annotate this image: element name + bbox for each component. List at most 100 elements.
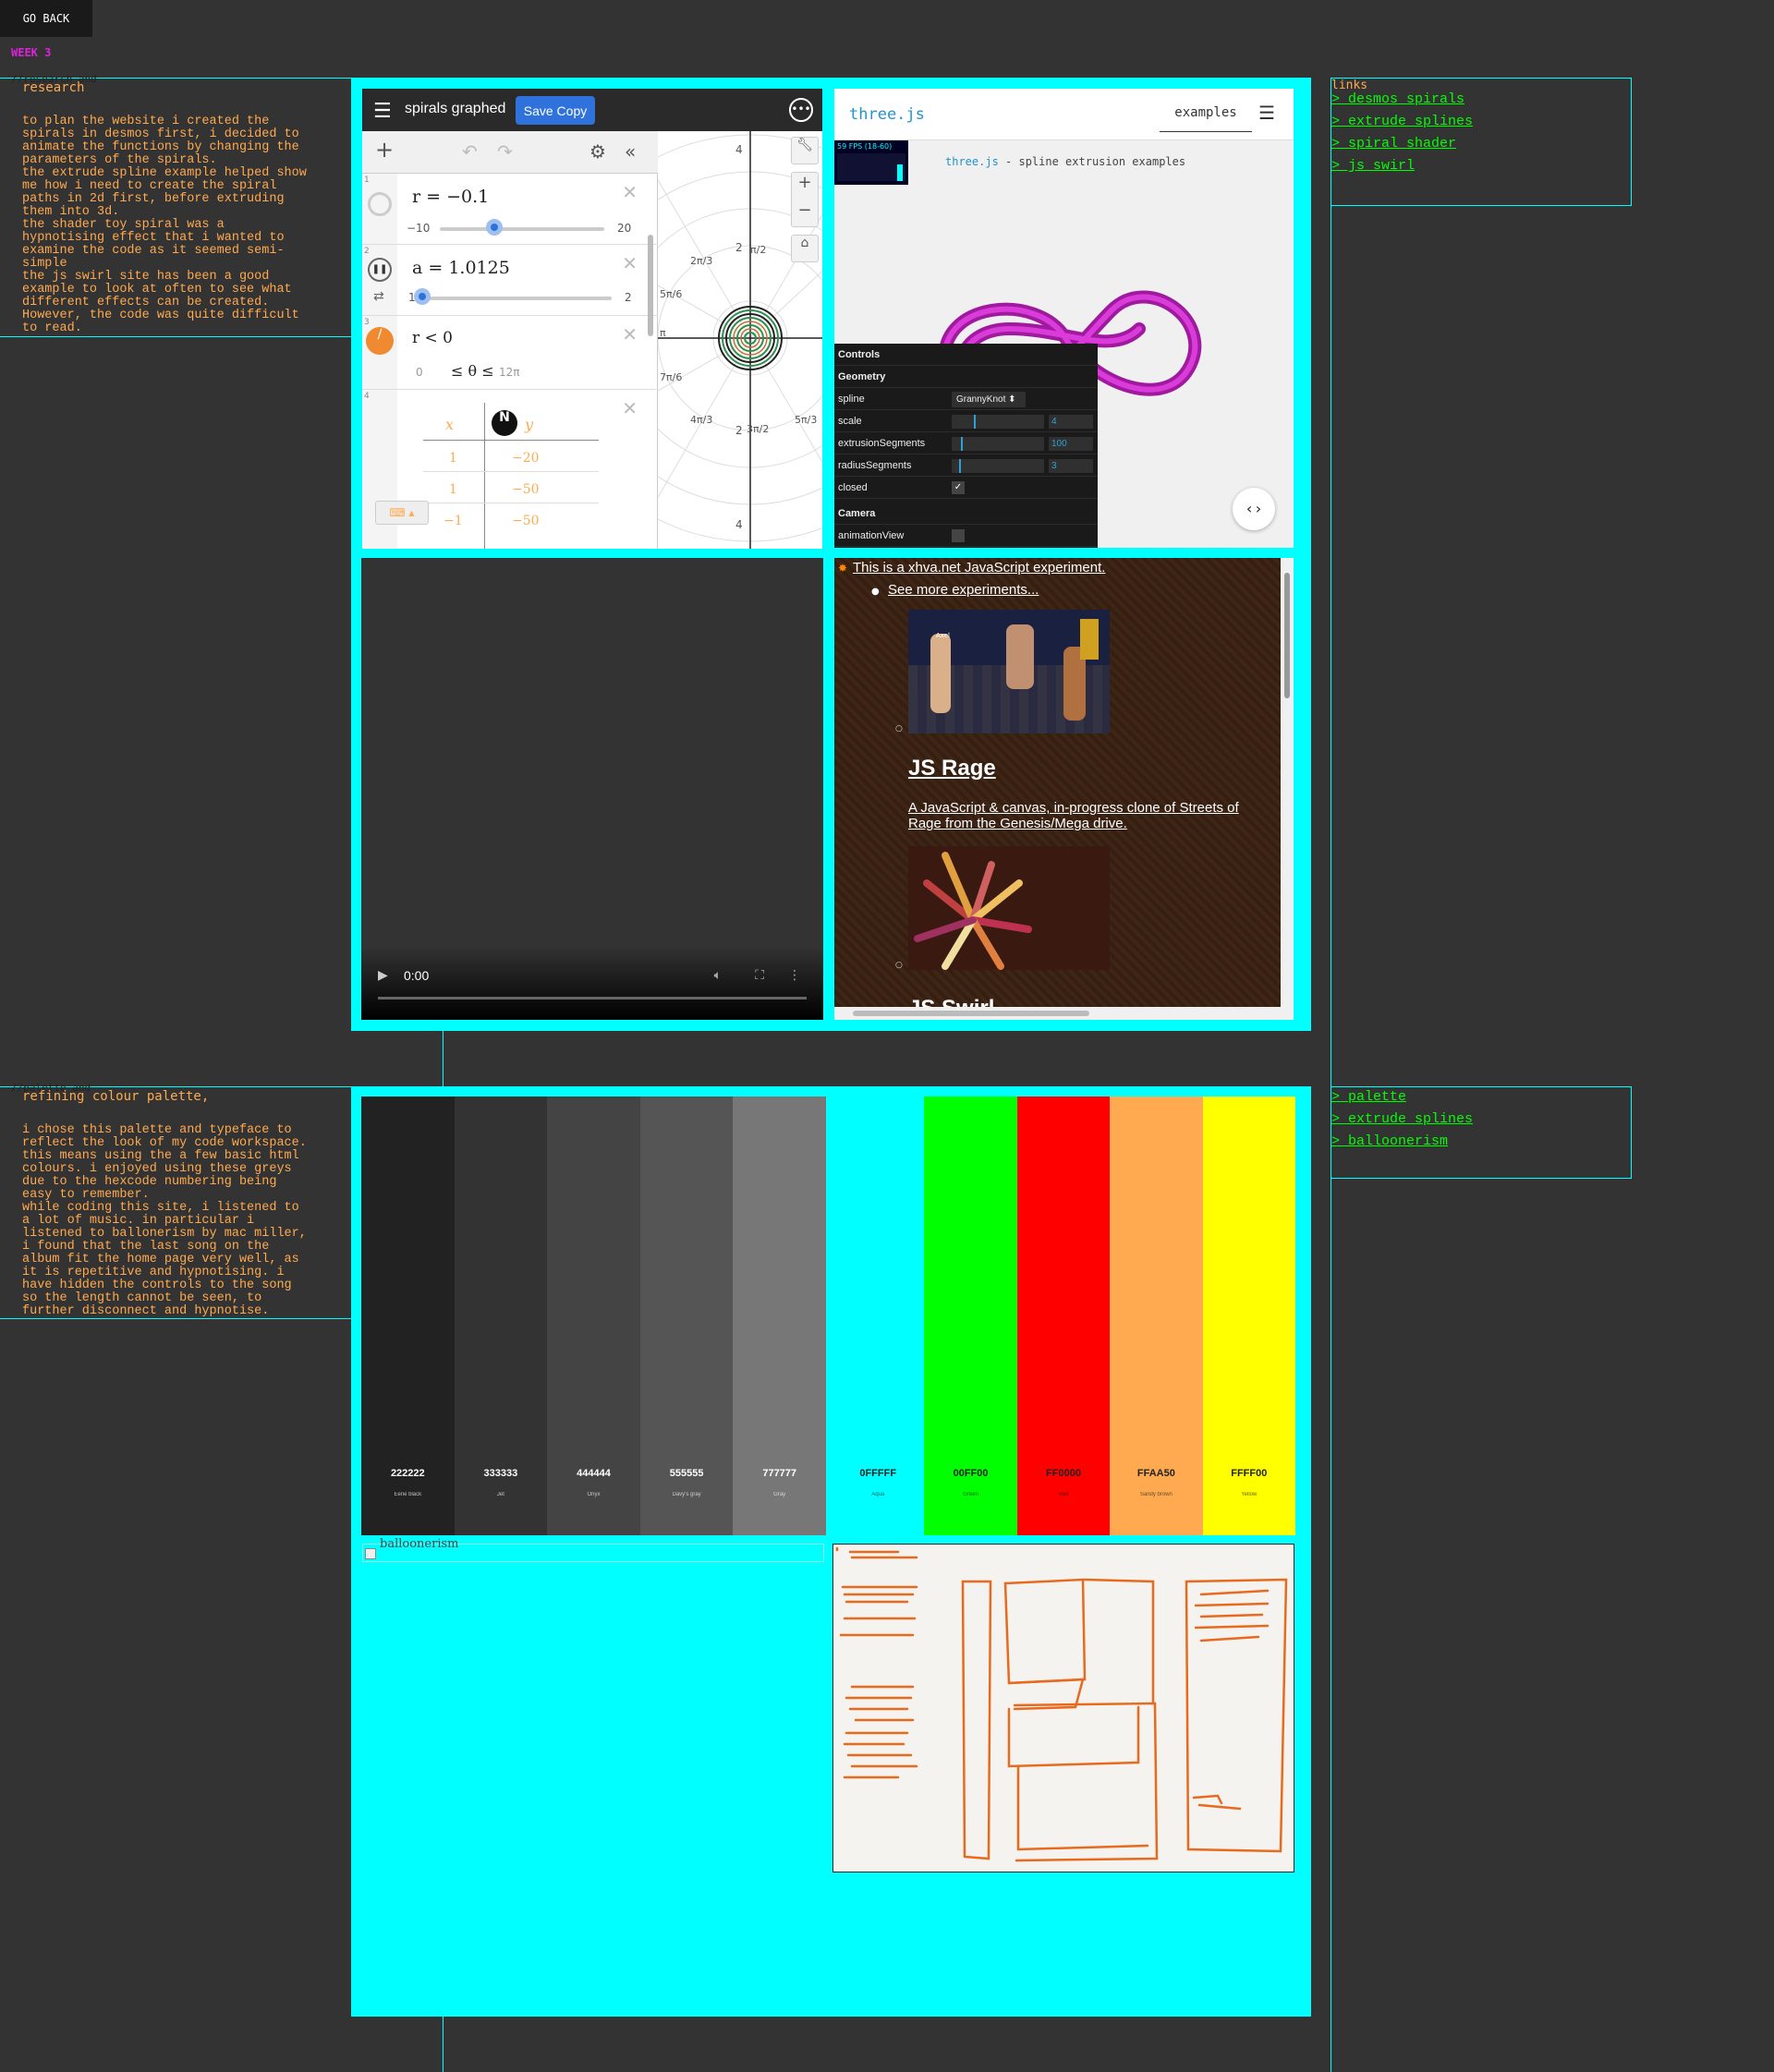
gui-label: scale [838,416,862,427]
menu-icon[interactable]: ☰ [373,100,392,123]
threejs-logo[interactable]: three.js [849,105,925,124]
js-rage-title[interactable]: JS Rage [908,756,996,782]
expression-number: 1 [364,176,370,185]
settings-gear-icon[interactable]: ⚙ [589,140,606,163]
polar-graph[interactable]: 4 2 2 4 π/2 2π/3 5π/6 π 7π/6 4π/3 3π/2 5… [546,89,822,549]
more-options-icon[interactable]: ⋮ [788,968,801,983]
undo-icon[interactable]: ↶ [462,140,478,163]
table-cell[interactable]: 1 [449,482,457,497]
domain-upper[interactable]: 12π [499,366,520,379]
fps-stats[interactable]: 59 FPS (18-60) [834,140,908,185]
more-options-icon[interactable]: ••• [789,98,813,122]
js-swirl-thumbnail[interactable] [908,846,1110,970]
slider-knob[interactable] [413,288,431,305]
delete-expression-icon[interactable]: ✕ [622,397,638,419]
radius-input[interactable]: 3 [1049,459,1093,473]
info-text: - spline extrusion examples [998,155,1186,168]
threejs-link[interactable]: three.js [945,155,999,168]
swatch-color-name: Sandy brown [1139,1492,1173,1497]
angle-label: 7π/6 [660,371,682,383]
js-rage-description[interactable]: A JavaScript & canvas, in-progress clone… [908,800,1269,831]
slider-knob[interactable] [485,219,503,236]
fullscreen-icon[interactable]: ⛶ [755,968,764,983]
angle-label: π [660,327,666,339]
extrusion-input[interactable]: 100 [1049,437,1093,451]
zoom-out-icon[interactable]: − [792,200,818,228]
link-js-swirl[interactable]: > js swirl [1331,158,1415,174]
gui-camera-folder[interactable]: Camera [834,503,1098,525]
palette-swatch: FFAA50 Sandy brown [1110,1097,1203,1535]
section-heading: research [22,80,85,95]
keyboard-icon[interactable]: ⌨ ▴ [375,501,429,525]
link-extrude-splines[interactable]: > extrude splines [1331,114,1473,129]
expression-polar[interactable]: 3 ∕ r < 0 ✕ 0 ≤ θ ≤ 12π [362,316,658,390]
go-back-button[interactable]: GO BACK [0,0,92,37]
visibility-toggle-icon[interactable] [368,192,392,216]
swatch-color-name: Gray [773,1492,786,1497]
scale-slider[interactable] [952,415,1044,429]
video-progress[interactable] [378,997,807,1000]
desmos-embed[interactable]: ☰ spirals graphed Save Copy ••• + ↶ ↷ ⚙ … [362,89,822,549]
delete-expression-icon[interactable]: ✕ [622,181,638,203]
volume-icon[interactable]: 🔈︎ [714,968,722,983]
radius-slider[interactable] [952,459,1044,473]
animation-checkbox[interactable] [952,529,965,542]
table-cell[interactable]: −50 [512,482,540,497]
collapse-icon[interactable]: « [625,140,636,163]
slider-track[interactable] [419,297,612,300]
angle-label: 3π/2 [747,423,769,435]
menu-icon[interactable]: ☰ [1258,102,1275,124]
expression-r[interactable]: 1 r = −0.1 ✕ −10 20 [362,174,658,245]
spline-select[interactable]: GrannyKnot ⬍ [952,392,1026,407]
add-icon[interactable]: + [375,137,394,163]
video-player[interactable]: ▶ 0:00 🔈︎ ⛶ ⋮ [361,558,823,1020]
link-balloonerism[interactable]: > balloonerism [1331,1133,1448,1149]
slider-track[interactable] [440,227,604,231]
js-rage-thumbnail[interactable]: Axel [908,610,1110,733]
scale-input[interactable]: 4 [1049,415,1093,429]
table-cell[interactable]: −1 [444,514,463,528]
expression-a[interactable]: 2 ❚❚ ⇄ a = 1.0125 ✕ 1 2 [362,245,658,316]
see-more-link[interactable]: See more experiments... [888,582,1039,598]
link-spiral-shader[interactable]: > spiral shader [1331,136,1456,151]
xhva-notice-link[interactable]: This is a xhva.net JavaScript experiment… [853,560,1105,576]
gui-controls-header[interactable]: Controls [834,344,1098,366]
link-palette[interactable]: > palette [1331,1089,1406,1105]
pause-icon[interactable]: ❚❚ [368,258,392,282]
threejs-embed[interactable]: three.js examples ☰ 59 FPS (18-60) three… [834,89,1294,548]
link-extrude-splines[interactable]: > extrude splines [1331,1111,1473,1127]
zoom-in-icon[interactable]: + [792,173,818,200]
sub-bullet-icon: ○ [895,961,903,970]
wrench-icon[interactable]: 🔧︎ [791,137,819,164]
loop-icon[interactable]: ⇄ [373,289,384,304]
gui-geometry-folder[interactable]: Geometry [834,366,1098,388]
view-source-icon[interactable]: ‹› [1233,488,1275,530]
gui-label: closed [838,482,868,493]
swatch-color-name: Aqua [871,1492,885,1497]
sprite-label: Axel [936,632,950,639]
regression-icon[interactable]: N [492,410,517,436]
scrollbar[interactable] [648,235,653,336]
swatch-color-name: Davy's gray [672,1492,701,1497]
dat-gui-panel: Controls Geometry spline GrannyKnot ⬍ sca… [834,344,1098,548]
home-icon[interactable]: ⌂ [791,235,819,262]
save-copy-button[interactable]: Save Copy [516,96,595,125]
horizontal-scrollbar[interactable] [834,1007,1294,1020]
closed-checkbox[interactable]: ✓ [952,481,965,494]
curve-color-icon[interactable]: ∕ [366,327,394,355]
xhva-embed[interactable]: ✸ This is a xhva.net JavaScript experime… [834,558,1294,1020]
delete-expression-icon[interactable]: ✕ [622,323,638,345]
extrusion-slider[interactable] [952,437,1044,451]
table-cell[interactable]: 1 [449,451,457,466]
expression-table[interactable]: 4 ✕ x N y 1 −20 1 −50 −1 −50 ⌨ ▴ [362,390,658,549]
table-cell[interactable]: −20 [512,451,540,466]
play-icon[interactable]: ▶ [378,968,388,983]
link-desmos-spirals[interactable]: > desmos spirals [1331,91,1464,107]
table-cell[interactable]: −50 [512,514,540,528]
vertical-scrollbar[interactable] [1281,558,1294,1020]
examples-tab[interactable]: examples [1160,105,1252,132]
delete-expression-icon[interactable]: ✕ [622,252,638,274]
redo-icon[interactable]: ↷ [497,140,513,163]
swatch-hex-code: FFAA50 [1136,1468,1175,1479]
domain-lower[interactable]: 0 [416,366,423,379]
